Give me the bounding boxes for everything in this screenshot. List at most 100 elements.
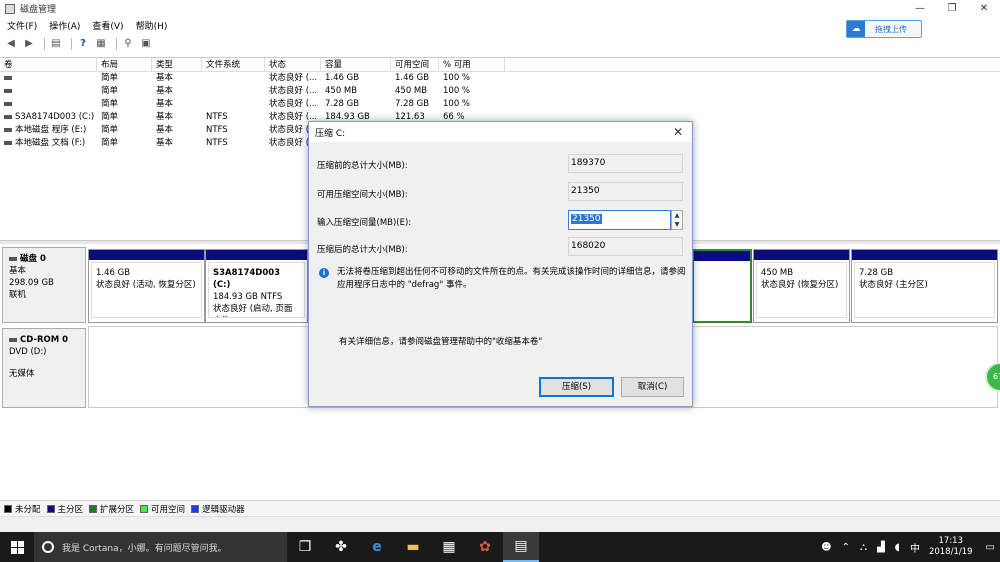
menu-view[interactable]: 查看(V) <box>92 19 123 32</box>
disk-management-taskbar-icon[interactable]: ▤ <box>503 532 539 562</box>
column-header-percent-free[interactable]: % 可用 <box>439 58 505 71</box>
system-tray: ☻ ⌃ ⛬ ▟ ◖ 中 17:13 2018/1/19 ▭ <box>816 532 1000 562</box>
cortana-search[interactable]: 我是 Cortana，小娜。有问题尽管问我。 <box>34 532 287 562</box>
back-icon[interactable]: ◀ <box>4 38 18 50</box>
spin-up-icon[interactable]: ▲ <box>672 211 682 220</box>
table-row[interactable]: 简单 基本 状态良好 (... 7.28 GB 7.28 GB 100 % <box>0 98 1000 111</box>
shrink-amount-label: 输入压缩空间量(MB)(E): <box>317 218 412 228</box>
app-icon[interactable]: ✿ <box>467 532 503 562</box>
menu-help[interactable]: 帮助(H) <box>136 19 168 32</box>
partition-bar <box>694 251 750 261</box>
partition-status: 状态良好 (主分区) <box>859 280 928 290</box>
info-text: 无法将卷压缩到超出任何不可移动的文件所在的点。有关完成该操作时间的详细信息，请参… <box>337 267 686 290</box>
disk0-size: 298.09 GB <box>9 278 54 288</box>
cdrom-icon <box>9 337 17 342</box>
drive-icon <box>4 127 12 132</box>
menu-action[interactable]: 操作(A) <box>49 19 80 32</box>
close-button[interactable]: ✕ <box>968 0 1000 17</box>
drive-icon <box>4 114 12 119</box>
help-text: 有关详细信息，请参阅磁盘管理帮助中的"收缩基本卷" <box>339 337 543 347</box>
start-button[interactable] <box>0 532 34 562</box>
column-header-filesystem[interactable]: 文件系统 <box>202 58 265 71</box>
shrink-amount-stepper[interactable]: ▲ ▼ <box>671 210 683 230</box>
drive-icon <box>4 140 12 145</box>
column-header-status[interactable]: 状态 <box>265 58 321 71</box>
people-icon[interactable]: ☻ <box>821 542 831 553</box>
partition-status: 状态良好 (启动, 页面文件 <box>213 304 293 317</box>
shrink-amount-input[interactable]: 21350 <box>568 210 671 230</box>
restore-button[interactable]: ❐ <box>936 0 968 17</box>
spin-down-icon[interactable]: ▼ <box>672 220 682 229</box>
drive-icon <box>4 101 12 106</box>
shrink-dialog: 压缩 C: ✕ 压缩前的总计大小(MB): 189370 可用压缩空间大小(MB… <box>308 121 693 407</box>
disk0-name: 磁盘 0 <box>20 254 46 264</box>
partition-recovery-1[interactable]: 1.46 GB 状态良好 (活动, 恢复分区) <box>88 249 205 323</box>
drive-icon <box>4 75 12 80</box>
dialog-title: 压缩 C: <box>315 128 346 139</box>
minimize-button[interactable]: — <box>904 0 936 17</box>
column-header-type[interactable]: 类型 <box>152 58 202 71</box>
show-hidden-icons-icon[interactable]: ⌃ <box>842 542 850 553</box>
network-icon[interactable]: ▟ <box>877 542 885 553</box>
cdrom0-type: DVD (D:) <box>9 347 47 357</box>
menu-file[interactable]: 文件(F) <box>7 19 37 32</box>
volume-list-header: 卷 布局 类型 文件系统 状态 容量 可用空间 % 可用 <box>0 58 1000 72</box>
tray-app-icon[interactable]: ⛬ <box>860 542 867 553</box>
disk0-type: 基本 <box>9 266 27 276</box>
partition-bar <box>206 250 307 260</box>
column-header-volume[interactable]: 卷 <box>0 58 97 71</box>
column-header-capacity[interactable]: 容量 <box>321 58 391 71</box>
partition-size: 450 MB <box>761 268 794 278</box>
column-header-layout[interactable]: 布局 <box>97 58 152 71</box>
legend-primary: 主分区 <box>46 503 83 515</box>
task-view-icon[interactable]: ❐ <box>287 532 323 562</box>
partition-recovery-2[interactable]: 450 MB 状态良好 (恢复分区) <box>753 249 850 323</box>
partition-size: 184.93 GB NTFS <box>213 292 283 302</box>
edge-icon[interactable]: e <box>359 532 395 562</box>
properties-icon[interactable]: ▦ <box>94 38 108 50</box>
legend-extended: 扩展分区 <box>89 503 134 515</box>
toolbar-separator <box>71 37 72 50</box>
list-view-icon[interactable]: ▤ <box>49 38 63 50</box>
notification-center-icon[interactable]: ▭ <box>986 542 995 553</box>
clock-date: 2018/1/19 <box>928 547 973 557</box>
partition-bar <box>754 250 849 260</box>
legend-unallocated: 未分配 <box>4 503 41 515</box>
forward-icon[interactable]: ▶ <box>22 38 36 50</box>
store-icon[interactable]: ▦ <box>431 532 467 562</box>
file-explorer-icon[interactable]: ▬ <box>395 532 431 562</box>
title-bar: 磁盘管理 <box>0 0 1000 17</box>
disk-list-icon[interactable]: ▣ <box>139 38 153 50</box>
partition-c[interactable]: S3A8174D003 (C:) 184.93 GB NTFS 状态良好 (启动… <box>205 249 308 323</box>
cancel-button[interactable]: 取消(C) <box>621 377 684 397</box>
table-row[interactable]: 简单 基本 状态良好 (... 450 MB 450 MB 100 % <box>0 85 1000 98</box>
cdrom0-label[interactable]: CD-ROM 0 DVD (D:) 无媒体 <box>2 328 86 408</box>
status-bar <box>0 516 1000 532</box>
upload-label: 拖拽上传 <box>875 24 907 34</box>
info-icon: i <box>319 268 329 278</box>
clock[interactable]: 17:13 2018/1/19 <box>929 536 973 558</box>
fan-app-icon[interactable]: ✤ <box>323 532 359 562</box>
ime-indicator[interactable]: 中 <box>910 540 920 555</box>
partition-size: 7.28 GB <box>859 268 894 278</box>
volume-icon[interactable]: ◖ <box>895 542 900 553</box>
partition-bar <box>89 250 204 260</box>
toolbar: ◀ ▶ ▤ ? ▦ ⚲ ▣ <box>0 35 1000 52</box>
toolbar-separator <box>116 37 117 50</box>
column-header-free-space[interactable]: 可用空间 <box>391 58 439 71</box>
total-before-value: 189370 <box>568 154 683 173</box>
available-value: 21350 <box>568 182 683 201</box>
connect-icon[interactable]: ⚲ <box>121 38 135 50</box>
table-row[interactable]: 简单 基本 状态良好 (... 1.46 GB 1.46 GB 100 % <box>0 72 1000 85</box>
disk0-label[interactable]: 磁盘 0 基本 298.09 GB 联机 <box>2 247 86 323</box>
toolbar-separator <box>44 37 45 50</box>
partition-selected-e[interactable] <box>692 249 752 323</box>
shrink-button[interactable]: 压缩(S) <box>539 377 614 397</box>
dialog-close-button[interactable]: ✕ <box>670 124 686 140</box>
help-icon[interactable]: ? <box>76 38 90 50</box>
available-label: 可用压缩空间大小(MB): <box>317 190 408 200</box>
partition-primary[interactable]: 7.28 GB 状态良好 (主分区) <box>851 249 998 323</box>
partition-name: S3A8174D003 (C:) <box>213 268 281 290</box>
taskbar: 我是 Cortana，小娜。有问题尽管问我。 ❐ ✤ e ▬ ▦ ✿ ▤ ☻ ⌃… <box>0 532 1000 562</box>
window-title: 磁盘管理 <box>20 5 57 15</box>
